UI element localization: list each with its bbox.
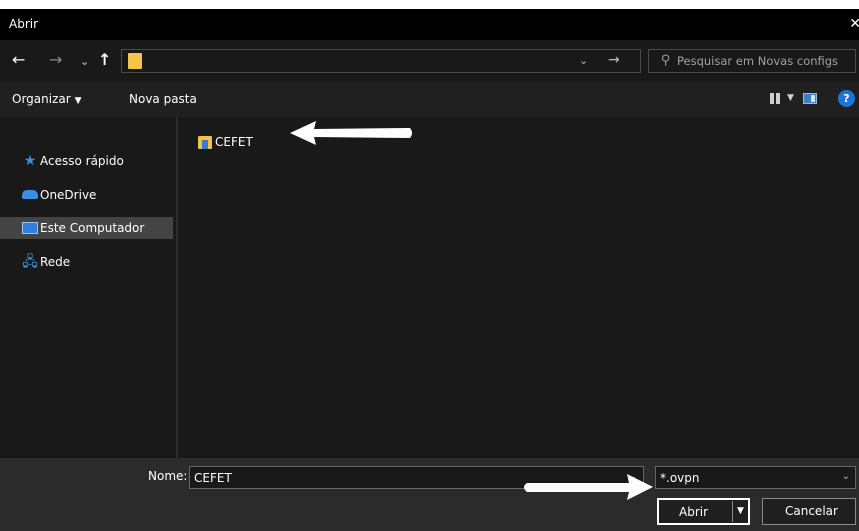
cancel-button[interactable]: Cancelar [762,498,856,525]
up-arrow-icon[interactable]: ↑ [98,52,111,68]
command-bar: Organizar ▼ Nova pasta ▼ ? [0,81,859,117]
file-type-value: *.ovpn [660,471,700,485]
split-divider [732,501,733,522]
open-button-label: Abrir [679,505,709,519]
forward-arrow-icon[interactable]: → [49,52,62,68]
view-options-icon[interactable] [770,93,780,104]
back-arrow-icon[interactable]: ← [12,52,25,68]
navigation-pane: ★ Acesso rápido OneDrive Este Computador… [0,117,177,458]
dialog-title: Abrir [9,17,39,31]
sidebar-item-quick-access[interactable]: ★ Acesso rápido [0,150,173,172]
folder-icon [128,53,142,69]
organize-menu[interactable]: Organizar ▼ [12,92,82,106]
organize-label: Organizar [12,92,71,106]
sidebar-item-label: Rede [40,255,71,269]
search-icon: ⚲ [661,53,671,68]
file-name: CEFET [215,135,253,149]
chevron-down-icon[interactable]: ⌄ [842,471,850,482]
file-type-select[interactable]: *.ovpn ⌄ [655,466,856,489]
folder-icon [198,136,212,149]
help-icon[interactable]: ? [838,90,855,107]
network-icon: 🖧 [22,254,38,270]
sidebar-item-network[interactable]: 🖧 Rede [0,251,173,273]
cancel-button-label: Cancelar [785,504,838,518]
sidebar-item-this-pc[interactable]: Este Computador [0,217,173,239]
sidebar-item-onedrive[interactable]: OneDrive [0,184,173,206]
address-row: ← → ⌄ ↑ ⌄ → ⚲ [0,40,859,81]
sidebar-item-label: OneDrive [40,188,97,202]
close-icon[interactable]: ✕ [849,16,859,32]
cloud-icon [22,190,38,199]
caret-down-icon: ▼ [74,96,82,106]
caret-down-icon[interactable]: ▼ [737,506,744,516]
view-options-caret-icon[interactable]: ▼ [787,93,794,103]
search-box[interactable]: ⚲ [648,49,856,73]
open-file-dialog: Abrir ✕ ← → ⌄ ↑ ⌄ → ⚲ Organizar▼ Nova pa… [0,9,859,531]
annotation-arrow-icon [290,121,412,145]
file-list-area[interactable]: CEFET [178,117,859,458]
address-dropdown-chevron-icon[interactable]: ⌄ [579,54,588,67]
file-name-label: Nome: [148,469,188,483]
go-arrow-icon[interactable]: → [608,52,620,68]
search-input[interactable] [677,50,853,72]
computer-icon [22,222,38,234]
address-bar[interactable]: ⌄ → [121,49,641,73]
star-icon: ★ [23,153,37,169]
sidebar-item-label: Acesso rápido [40,154,124,168]
annotation-arrow-icon [524,474,653,500]
recent-locations-chevron-icon[interactable]: ⌄ [80,54,89,70]
new-folder-button[interactable]: Nova pasta [129,92,197,106]
preview-pane-icon[interactable] [803,93,817,104]
list-item[interactable]: CEFET [190,131,260,153]
title-bar: Abrir ✕ [0,9,859,40]
open-button[interactable]: Abrir ▼ [657,498,750,525]
file-name-bar: Nome: ⌄ *.ovpn ⌄ Abrir ▼ Cancelar [0,458,859,531]
sidebar-item-label: Este Computador [40,221,145,235]
